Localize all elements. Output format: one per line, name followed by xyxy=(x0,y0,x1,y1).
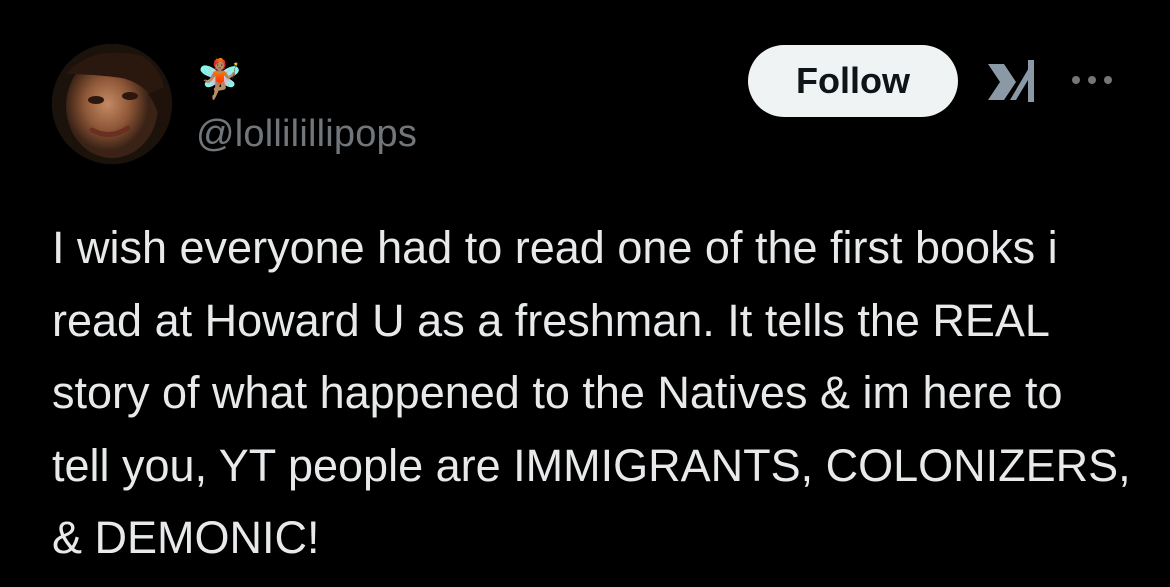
grok-icon[interactable] xyxy=(984,56,1038,106)
tweet-text: I wish everyone had to read one of the f… xyxy=(52,222,1144,563)
more-options-icon[interactable] xyxy=(1068,62,1116,98)
user-handle[interactable]: @lollilillipops xyxy=(196,112,417,156)
display-name[interactable]: 🧚🏽 xyxy=(196,58,243,102)
follow-button[interactable]: Follow xyxy=(748,45,958,117)
avatar-image xyxy=(52,44,172,164)
avatar[interactable] xyxy=(52,44,172,164)
tweet-card: 🧚🏽 @lollilillipops Follow I wish everyon… xyxy=(0,0,1170,587)
